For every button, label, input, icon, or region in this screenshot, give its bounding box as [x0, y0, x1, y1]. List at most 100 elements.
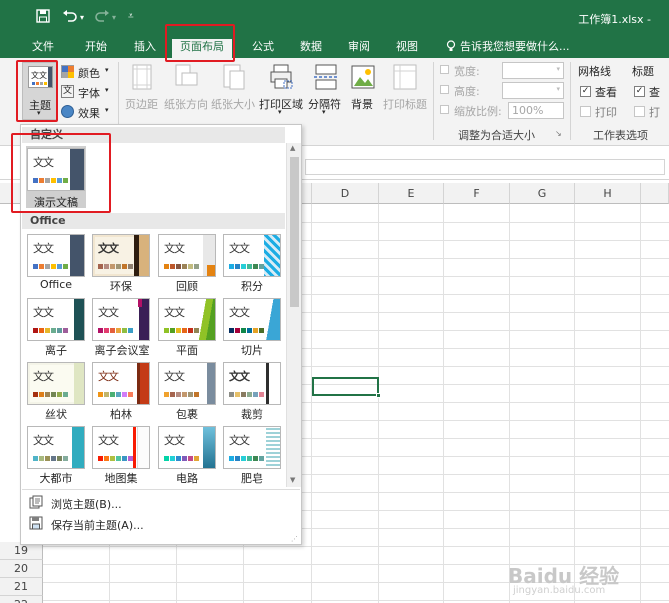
- print-area-button[interactable]: 打印区域 ▾: [258, 62, 304, 118]
- tab-insert[interactable]: 插入: [124, 40, 166, 58]
- scrollbar-thumb[interactable]: [290, 157, 299, 307]
- headings-view-checkbox[interactable]: ✓: [634, 86, 645, 97]
- theme-label: Office: [39, 278, 73, 291]
- gridlines-label: 网格线: [578, 65, 611, 78]
- theme-savon[interactable]: 文文: [223, 426, 281, 469]
- theme-retrospect[interactable]: 文文: [158, 234, 216, 277]
- gridline: [640, 204, 641, 603]
- theme-atlas[interactable]: 文文: [92, 426, 150, 469]
- tab-formulas[interactable]: 公式: [242, 40, 284, 58]
- customize-qat-icon[interactable]: ⩡: [128, 11, 134, 22]
- dialog-launcher-icon[interactable]: ↘: [555, 129, 562, 138]
- print-area-icon: [270, 64, 293, 89]
- theme-label: 地图集: [104, 472, 138, 485]
- effects-button[interactable]: 效果 ▾: [60, 104, 112, 120]
- chevron-down-icon: ▾: [322, 108, 326, 116]
- background-button[interactable]: 背景: [348, 62, 378, 118]
- width-icon: [440, 65, 449, 74]
- theme-integral[interactable]: 文文: [223, 234, 281, 277]
- tab-data[interactable]: 数据: [290, 40, 332, 58]
- ribbon-separator: [433, 62, 434, 140]
- chevron-down-icon: ▾: [105, 106, 109, 114]
- gridline: [43, 546, 669, 547]
- margins-button[interactable]: 页边距: [123, 62, 161, 118]
- size-button[interactable]: 纸张大小: [210, 62, 256, 118]
- theme-label: 裁剪: [241, 408, 263, 421]
- tab-review[interactable]: 审阅: [338, 40, 380, 58]
- headings-print-checkbox[interactable]: [634, 106, 645, 117]
- theme-wisp[interactable]: 文文: [27, 362, 85, 405]
- column-header-h[interactable]: H: [575, 183, 641, 204]
- undo-dropdown-icon[interactable]: ▾: [80, 13, 84, 22]
- theme-label: 肥皂: [241, 472, 263, 485]
- theme-eco[interactable]: 文文: [92, 234, 150, 277]
- redo-dropdown-icon[interactable]: ▾: [112, 13, 116, 22]
- browse-icon: [29, 495, 43, 509]
- browse-themes-item[interactable]: 浏览主题(B)...: [27, 495, 287, 513]
- fill-handle[interactable]: [376, 393, 381, 398]
- theme-ion-boardroom[interactable]: 文文: [92, 298, 150, 341]
- effects-icon: [61, 105, 74, 118]
- column-header-g[interactable]: G: [510, 183, 575, 204]
- orientation-button[interactable]: 纸张方向: [163, 62, 209, 118]
- save-icon[interactable]: [36, 9, 50, 27]
- tab-home[interactable]: 开始: [76, 40, 116, 58]
- height-icon: [440, 85, 449, 94]
- gridline: [378, 204, 379, 603]
- print-titles-button[interactable]: 打印标题: [380, 62, 430, 118]
- chevron-down-icon: ▾: [105, 86, 109, 94]
- fonts-button[interactable]: 文 字体 ▾: [60, 84, 112, 100]
- theme-facet[interactable]: 文文: [158, 298, 216, 341]
- formula-input[interactable]: [305, 159, 665, 175]
- paper-size-icon: [223, 64, 245, 90]
- theme-circuit[interactable]: 文文: [158, 426, 216, 469]
- scale-to-fit-group-label: 调整为合适大小: [458, 129, 535, 142]
- gridline: [509, 204, 510, 603]
- headings-print-label: 打: [649, 106, 660, 119]
- row-header-20[interactable]: 20: [0, 560, 43, 578]
- column-header-i[interactable]: [641, 183, 669, 204]
- colors-icon: [61, 65, 74, 78]
- window-title: 工作簿1.xlsx -: [578, 13, 651, 26]
- theme-berlin[interactable]: 文文: [92, 362, 150, 405]
- column-header-d[interactable]: D: [312, 183, 379, 204]
- theme-crop[interactable]: 文文: [223, 362, 281, 405]
- gridline: [574, 204, 575, 603]
- theme-label: 环保: [110, 280, 132, 293]
- gridline: [43, 600, 669, 601]
- scale-icon: [440, 105, 449, 114]
- headings-view-label: 查: [649, 86, 660, 99]
- theme-ion[interactable]: 文文: [27, 298, 85, 341]
- tell-me-input[interactable]: 告诉我您想要做什么...: [460, 40, 580, 58]
- theme-label: 柏林: [110, 408, 132, 421]
- theme-slice[interactable]: 文文: [223, 298, 281, 341]
- gallery-scrollbar[interactable]: ▲ ▼: [286, 143, 301, 487]
- undo-icon[interactable]: [62, 9, 78, 27]
- tab-view[interactable]: 视图: [386, 40, 428, 58]
- scroll-down-icon[interactable]: ▼: [290, 476, 295, 484]
- redo-icon[interactable]: [94, 9, 110, 27]
- theme-parcel[interactable]: 文文: [158, 362, 216, 405]
- row-header-22[interactable]: 22: [0, 596, 43, 603]
- scale-input[interactable]: 100%: [508, 102, 564, 119]
- chevron-down-icon: ▾: [278, 108, 282, 116]
- tab-file[interactable]: 文件: [22, 40, 64, 58]
- breaks-button[interactable]: 分隔符 ▾: [306, 62, 346, 118]
- scroll-up-icon[interactable]: ▲: [290, 144, 295, 152]
- row-header-21[interactable]: 21: [0, 578, 43, 596]
- height-select[interactable]: ▾: [502, 82, 564, 99]
- width-select[interactable]: ▾: [502, 62, 564, 79]
- gridlines-print-checkbox[interactable]: [580, 106, 591, 117]
- colors-button[interactable]: 颜色 ▾: [60, 64, 112, 80]
- active-cell[interactable]: [312, 377, 381, 398]
- orientation-icon: [175, 64, 198, 86]
- theme-metropolitan[interactable]: 文文: [27, 426, 85, 469]
- column-header-e[interactable]: E: [379, 183, 444, 204]
- gridlines-view-checkbox[interactable]: ✓: [580, 86, 591, 97]
- ribbon-tabs: 文件 开始 插入 页面布局 公式 数据 审阅 视图 告诉我您想要做什么...: [0, 36, 669, 58]
- resize-grip-icon[interactable]: ⋰: [291, 535, 298, 543]
- column-header-f[interactable]: F: [444, 183, 510, 204]
- headings-label: 标题: [632, 65, 654, 78]
- theme-office[interactable]: 文文: [27, 234, 85, 277]
- save-theme-item[interactable]: 保存当前主题(A)...: [27, 516, 287, 534]
